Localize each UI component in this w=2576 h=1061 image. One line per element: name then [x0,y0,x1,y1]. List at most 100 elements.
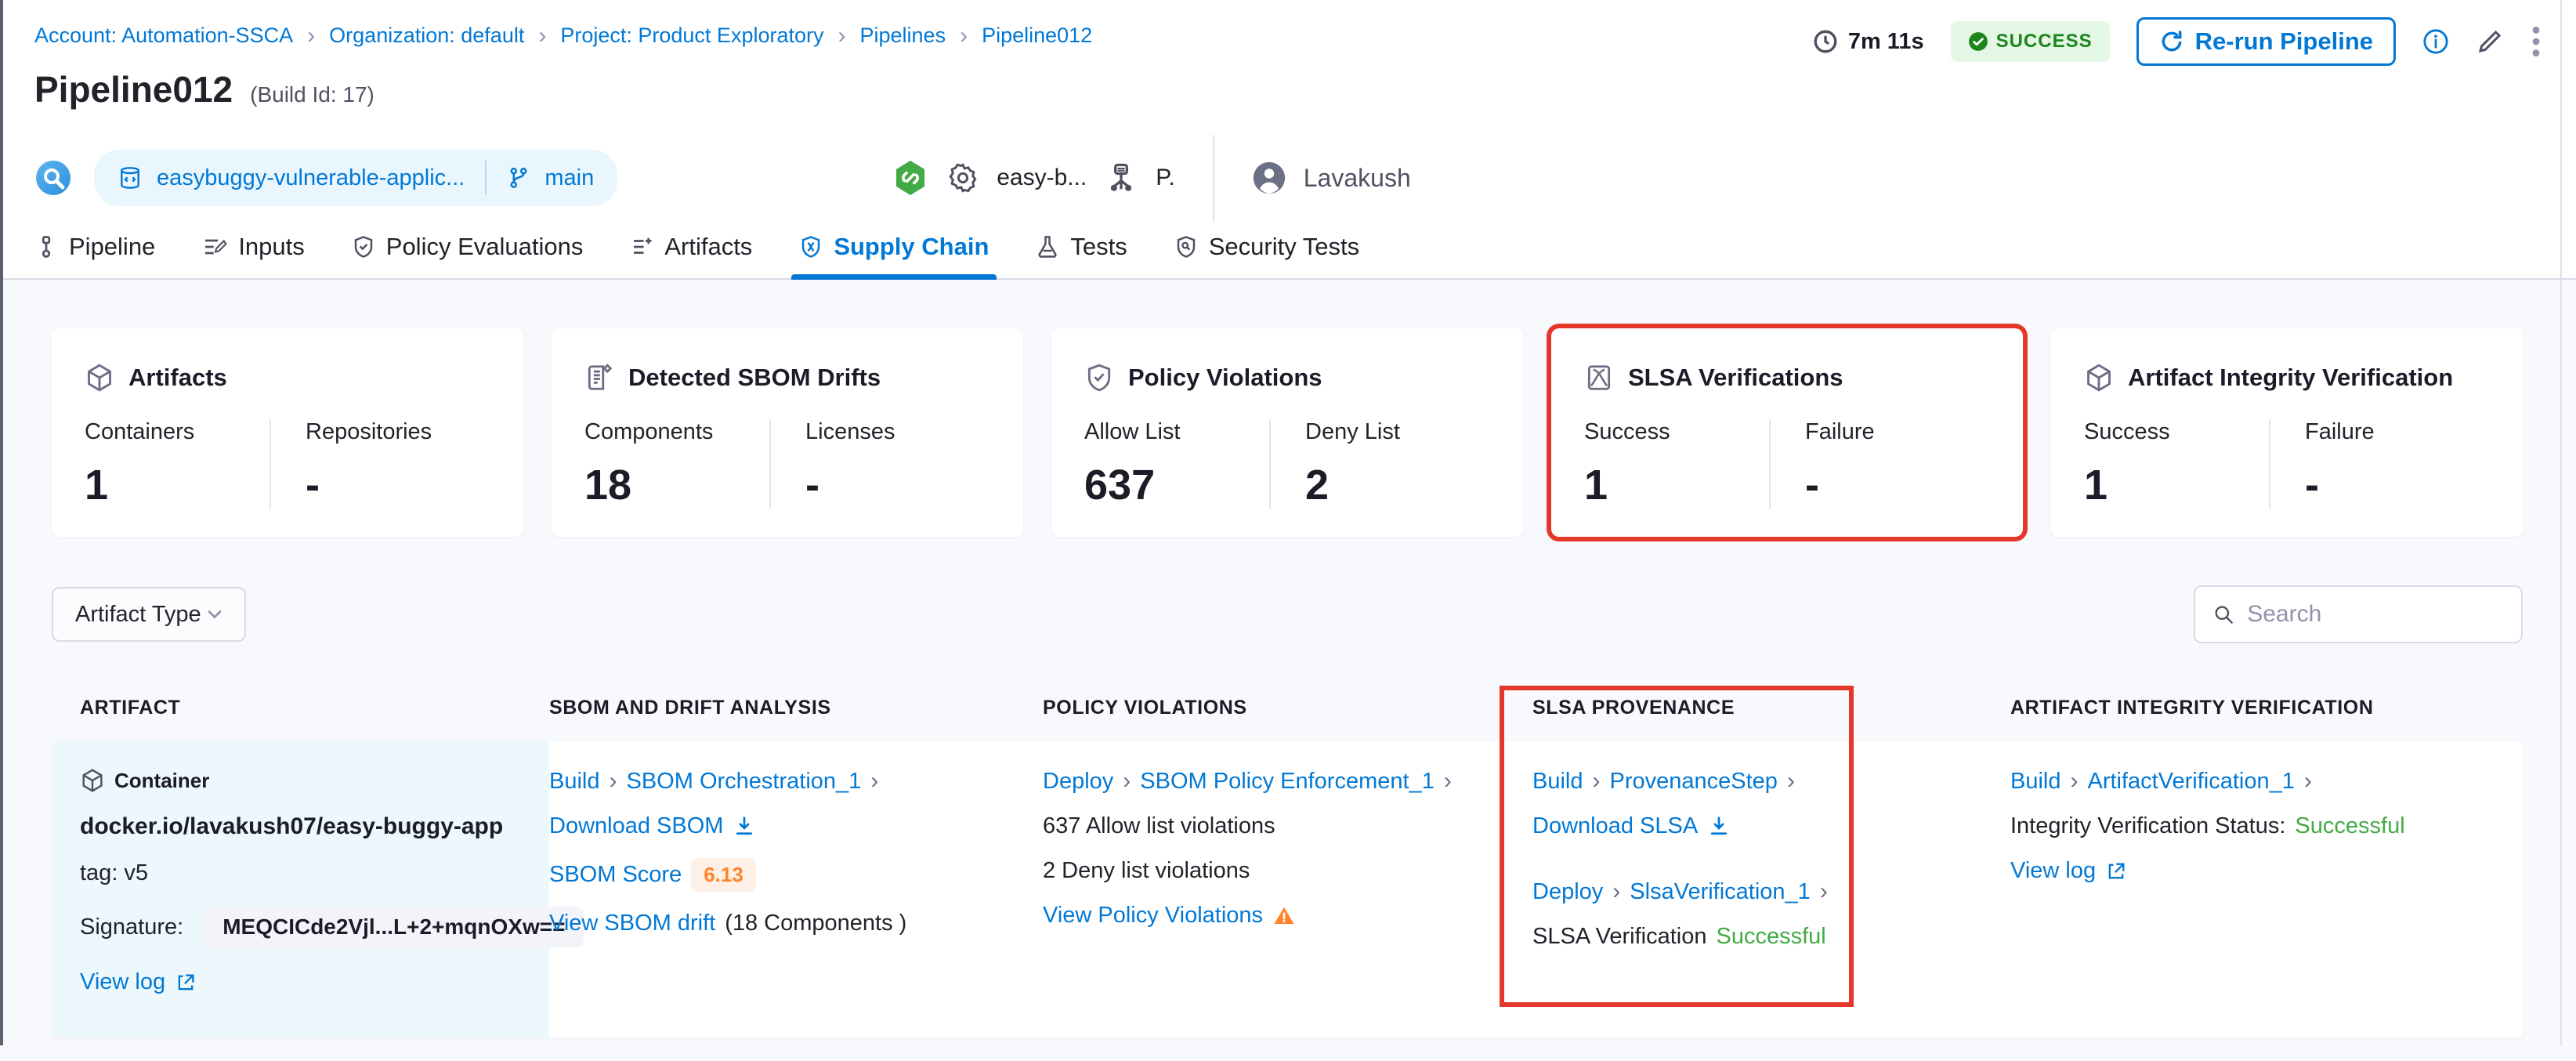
sbom-score-link[interactable]: SBOM Score [549,862,682,888]
chevron-right-icon: › [838,22,846,49]
artifact-type-badge: Container [80,768,526,793]
metric-value: 637 [1084,462,1156,509]
more-options-button[interactable] [2531,24,2542,59]
metric-label: Repositories [306,419,432,444]
download-icon[interactable] [1707,815,1731,838]
harness-delegate-icon [896,161,925,195]
step-link[interactable]: ArtifactVerification_1 [2088,768,2312,795]
divider [485,161,487,195]
tab-pipeline[interactable]: Pipeline [34,215,155,278]
artifacts-list-icon [634,237,652,254]
stage-link[interactable]: Build [2010,768,2079,795]
metric-value: 1 [2084,462,2108,509]
scrollbar-track[interactable] [2560,0,2562,1045]
gear-icon [949,163,977,193]
nav-edge [0,0,3,1045]
sbom-cell: Build SBOM Orchestration_1 Download SBOM… [549,741,1043,1037]
metric-value: - [306,462,320,509]
column-header-sbom: SBOM AND DRIFT ANALYSIS [549,697,831,719]
breadcrumb-organization[interactable]: Organization: default [329,24,524,48]
service-name: easy-b... [997,165,1087,190]
page-title: Pipeline012 [34,69,233,110]
metric-value: - [1805,462,1819,509]
policy-cell: Deploy SBOM Policy Enforcement_1 637 All… [1043,741,1532,1037]
metric-value: - [2305,462,2319,509]
divider [1212,135,1214,221]
pencil-icon [2478,30,2502,53]
edit-pipeline-button[interactable] [2476,27,2504,56]
check-circle-icon [1968,32,1988,51]
metric-label: Containers [85,419,195,444]
slsa-icon [1587,365,1611,390]
stage-link[interactable]: Deploy [1043,768,1131,795]
card-policy-violations: Policy Violations Allow List 637 Deny Lis… [1051,328,1523,537]
external-link-icon[interactable] [2105,860,2127,882]
sbom-scroll-icon [588,364,613,390]
supply-chain-shield-icon [802,236,820,258]
artifact-type-dropdown[interactable]: Artifact Type [52,587,246,642]
view-policy-violations-link[interactable]: View Policy Violations [1043,903,1263,929]
cube-icon [82,769,103,792]
drift-components-count: (18 Components ) [725,911,907,936]
summary-cards: Artifacts Containers 1 Repositories - Dete… [52,328,2523,537]
card-sbom-drifts: Detected SBOM Drifts Components 18 Licens… [552,328,1023,537]
breadcrumb-account[interactable]: Account: Automation-SSCA [34,24,293,48]
breadcrumb-project[interactable]: Project: Product Exploratory [560,24,823,48]
shield-check-icon [354,236,373,258]
metric-label: Failure [2305,419,2375,444]
rerun-pipeline-button[interactable]: Re-run Pipeline [2136,17,2396,66]
tab-security-tests[interactable]: Security Tests [1174,215,1359,278]
allow-list-violations: 637 Allow list violations [1043,813,1275,838]
info-icon [2423,29,2448,54]
metric-label: Deny List [1305,419,1400,444]
artifacts-table: ARTIFACT SBOM AND DRIFT ANALYSIS POLICY … [52,686,2523,1037]
step-link[interactable]: SBOM Policy Enforcement_1 [1140,768,1452,795]
signature-value[interactable]: MEQCICde2Vjl...L+2+mqnOXw== [204,907,584,947]
supply-chain-panel: Artifacts Containers 1 Repositories - Dete… [0,280,2576,1061]
column-header-integrity: ARTIFACT INTEGRITY VERIFICATION [2010,697,2374,719]
tab-artifacts[interactable]: Artifacts [630,215,752,278]
slsa-verification-status: Successful [1716,924,1826,949]
signature-label: Signature: [80,914,184,940]
shield-check-icon [1087,364,1111,392]
download-slsa-link[interactable]: Download SLSA [1532,813,1698,839]
tab-inputs[interactable]: Inputs [202,215,305,278]
card-artifacts: Artifacts Containers 1 Repositories - [52,328,523,537]
metric-value: 2 [1305,462,1330,509]
stage-link[interactable]: Build [1532,768,1601,795]
repo-branch-pill[interactable]: easybuggy-vulnerable-applic... main [94,150,618,206]
slsa-verification-label: SLSA Verification [1532,924,1707,949]
user-avatar [1253,161,1285,194]
metric-label: Components [584,419,714,444]
metric-label: Success [1584,419,1670,444]
trigger-webhook-icon [36,161,71,195]
info-button[interactable] [2422,28,2449,55]
breadcrumb-pipeline012[interactable]: Pipeline012 [982,24,1092,48]
step-link[interactable]: SlsaVerification_1 [1630,878,1828,905]
sbom-score-badge: 6.13 [691,858,756,892]
search-icon [2215,606,2233,624]
inputs-icon [205,239,228,255]
step-link[interactable]: ProvenanceStep [1610,768,1795,795]
stage-link[interactable]: Build [549,768,617,795]
tab-tests[interactable]: Tests [1036,215,1127,278]
stage-link[interactable]: Deploy [1532,878,1620,905]
download-icon[interactable] [733,815,756,838]
breadcrumb-pipelines[interactable]: Pipelines [860,24,946,48]
slsa-cell: Build ProvenanceStep Download SLSA Deplo… [1532,741,2010,1037]
step-link[interactable]: SBOM Orchestration_1 [627,768,879,795]
search-input[interactable] [2247,601,2504,628]
repo-name[interactable]: easybuggy-vulnerable-applic... [157,165,465,191]
tab-supply-chain[interactable]: Supply Chain [791,215,997,280]
clock-icon [1814,30,1837,53]
pipeline-icon [42,236,51,258]
external-link-icon[interactable] [175,972,197,994]
view-log-link[interactable]: View log [2010,858,2096,884]
branch-name[interactable]: main [545,165,594,191]
search-box[interactable] [2194,585,2523,643]
download-sbom-link[interactable]: Download SBOM [549,813,723,839]
view-sbom-drift-link[interactable]: View SBOM drift [549,911,715,936]
view-log-link[interactable]: View log [80,969,165,995]
cube-icon [2087,364,2111,392]
tab-policy-evaluations[interactable]: Policy Evaluations [352,215,583,278]
